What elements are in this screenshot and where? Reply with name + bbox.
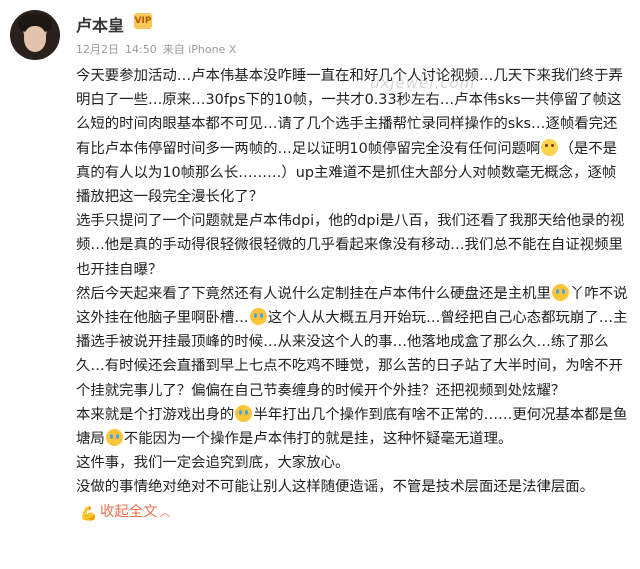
post-meta: 12月2日 14:50 来自 iPhone X: [76, 41, 242, 57]
post-header: 卢本皇 VIP 12月2日 14:50 来自 iPhone X: [0, 0, 640, 62]
author-name[interactable]: 卢本皇: [76, 12, 124, 36]
collapse-label: 收起全文: [100, 503, 158, 520]
post-time: 14:50: [125, 43, 157, 56]
collapse-button[interactable]: 💪 收起全文 ︿: [76, 500, 171, 525]
post-body: 今天要参加活动…卢本伟基本没咋睡一直在和好几个人讨论视频…几天下来我们终于弄明白…: [76, 64, 628, 525]
chevron-up-icon: ︿: [159, 505, 171, 519]
laugh-cry-emoji-icon: [105, 429, 123, 447]
laugh-cry-emoji-icon: [551, 283, 569, 301]
sweat-emoji-icon: [541, 138, 559, 156]
paragraph-4: 本来就是个打游戏出身的 半年打出几个操作到底有啥不正常的……更何况基本都是鱼塘局不…: [76, 404, 628, 448]
vip-badge-icon: VIP: [134, 13, 152, 29]
avatar-face: [24, 26, 46, 52]
paragraph-6: 没做的事情绝对绝对不可能让别人这样随便造谣，不管是技术层面还是法律层面。💪 收起全…: [76, 475, 628, 524]
paragraph-2: 选手只提问了一个问题就是卢本伟dpi，他的dpi是八百，我们还看了我那天给他录的…: [76, 213, 625, 278]
post-date: 12月2日: [76, 43, 119, 56]
avatar[interactable]: [10, 10, 60, 60]
paragraph-5: 这件事，我们一定会追究到底，大家放心。: [76, 455, 350, 472]
muscle-arm-icon: 💪: [80, 505, 98, 522]
laugh-cry-emoji-icon: [249, 308, 267, 326]
post-source: 来自 iPhone X: [162, 43, 237, 56]
paragraph-1: 今天要参加活动…卢本伟基本没咋睡一直在和好几个人讨论视频…几天下来我们终于弄明白…: [76, 68, 623, 206]
paragraph-3: 然后今天起来看了下竟然还有人说什么定制挂在卢本伟什么硬盘还是主机里 丫咋不说这外挂…: [76, 283, 628, 399]
laugh-cry-emoji-icon: [235, 404, 253, 422]
